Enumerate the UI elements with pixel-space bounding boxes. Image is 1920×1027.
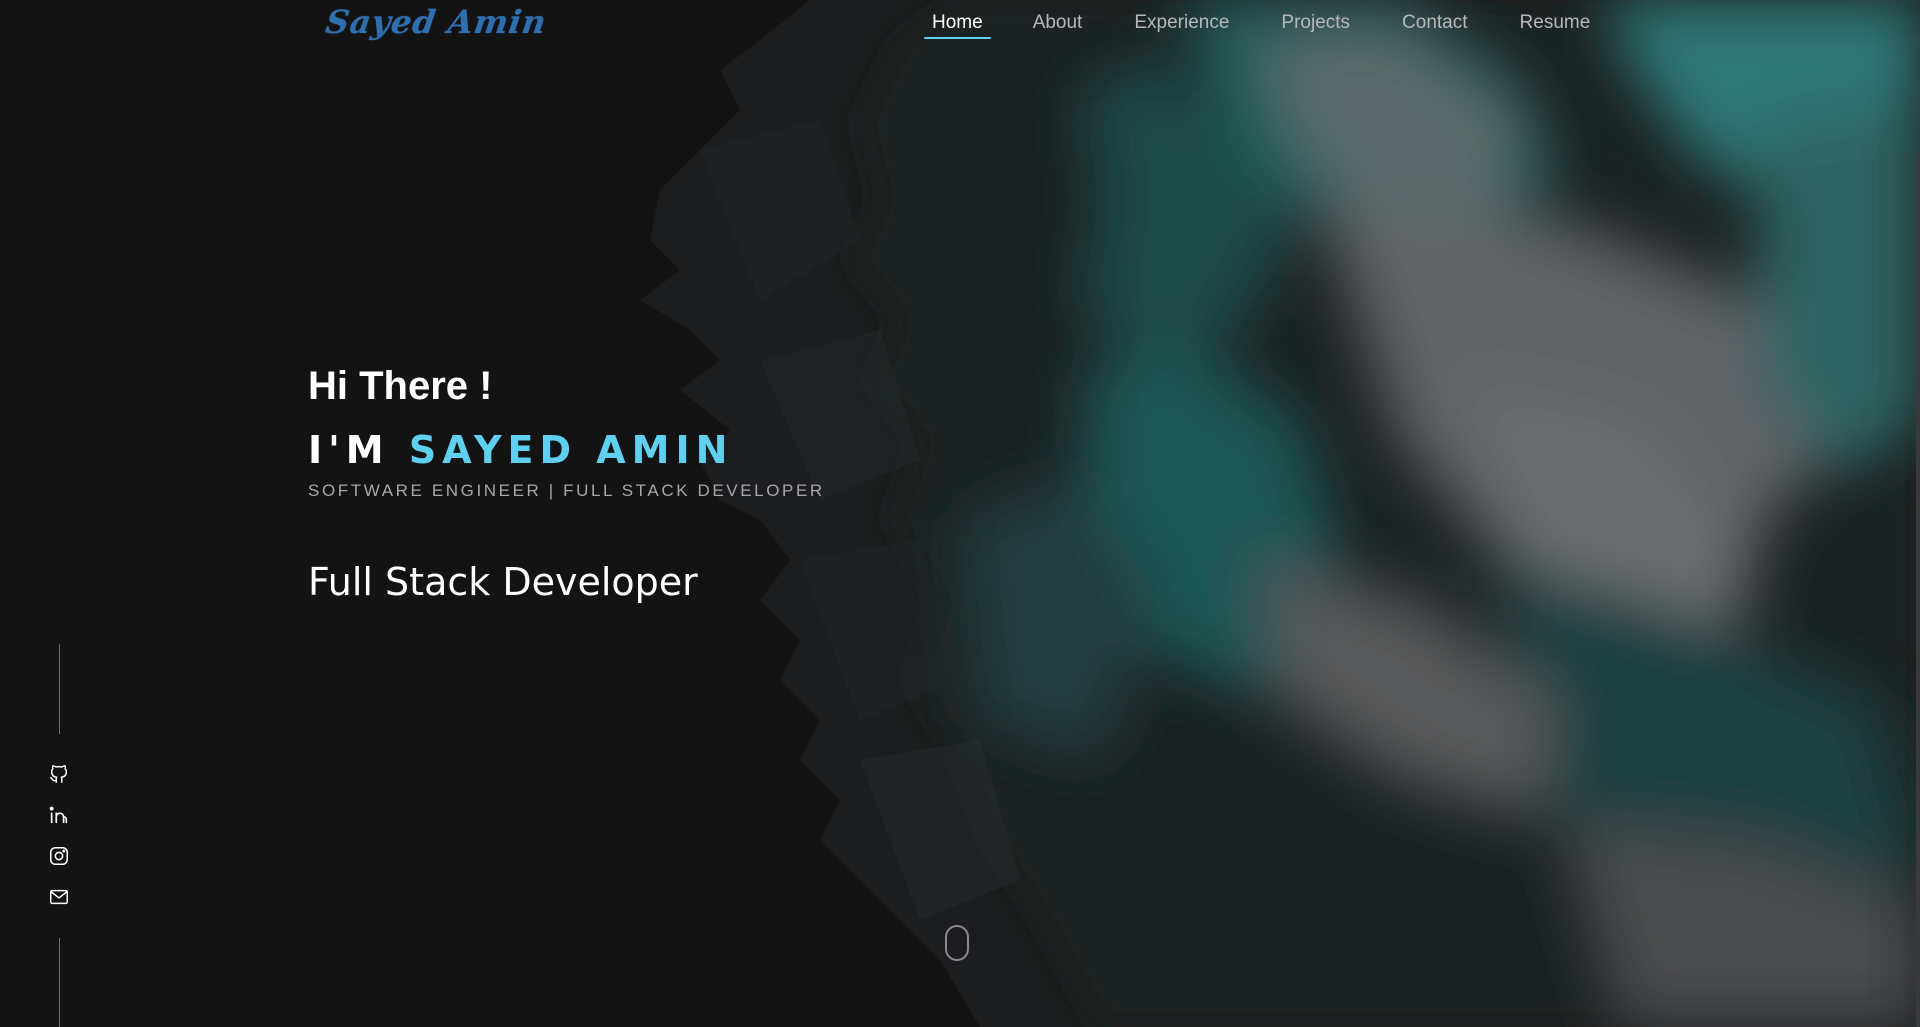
logo[interactable]: Sayed Amin: [323, 0, 550, 44]
nav-contact[interactable]: Contact: [1402, 10, 1467, 38]
github-icon[interactable]: [48, 763, 70, 785]
hero-subtitle: SOFTWARE ENGINEER | FULL STACK DEVELOPER: [308, 481, 825, 500]
nav-home[interactable]: Home: [924, 10, 991, 39]
nav-projects[interactable]: Projects: [1281, 10, 1350, 38]
instagram-icon[interactable]: [48, 845, 70, 867]
mail-icon[interactable]: [48, 886, 70, 908]
hero-name-prefix: I'M: [308, 428, 409, 472]
hero-name: I'M SAYED AMIN: [308, 428, 733, 472]
hero-name-highlight: SAYED AMIN: [408, 428, 734, 472]
nav-experience[interactable]: Experience: [1134, 10, 1229, 38]
linkedin-icon[interactable]: [48, 804, 70, 826]
main-nav: Home About Experience Projects Contact R…: [924, 10, 1591, 39]
hero-greeting: Hi There !: [308, 364, 493, 408]
scrollbar-thumb[interactable]: [1916, 155, 1920, 1027]
background-art: [640, 0, 1920, 1027]
page: Sayed Amin Home About Experience Project…: [0, 0, 1920, 1027]
scrollbar[interactable]: [1916, 0, 1920, 1027]
social-divider-top: [59, 644, 60, 734]
scroll-down-indicator[interactable]: [945, 925, 969, 961]
nav-about[interactable]: About: [1033, 10, 1083, 38]
hero-typed-text: Full Stack Developer: [308, 560, 698, 604]
social-divider-bottom: [59, 938, 60, 1027]
nav-resume[interactable]: Resume: [1520, 10, 1591, 38]
